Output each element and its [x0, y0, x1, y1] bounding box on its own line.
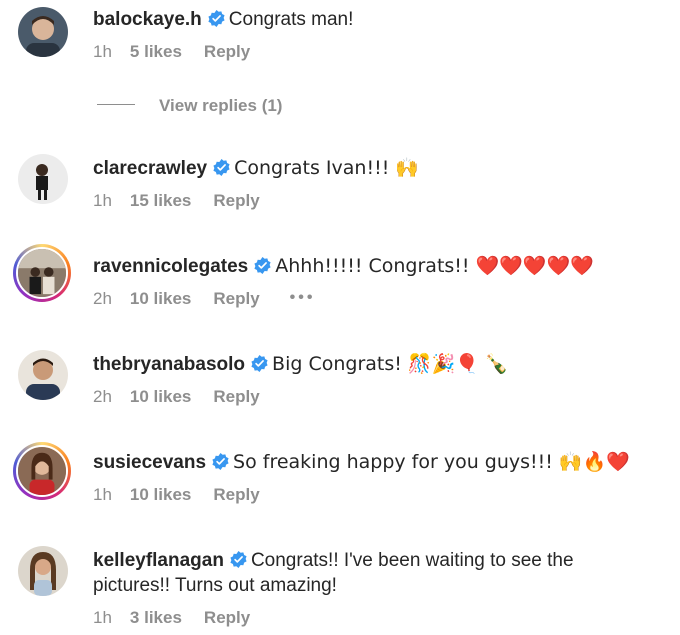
reply-button[interactable]: Reply	[204, 608, 250, 627]
likes-count[interactable]: 15 likes	[130, 191, 191, 210]
view-replies-label: View replies (1)	[159, 96, 283, 115]
comment-meta: 1h 15 likes Reply	[93, 191, 653, 211]
comment-time: 1h	[93, 485, 112, 504]
likes-count[interactable]: 10 likes	[130, 289, 191, 308]
comment-body: Ahhh!!!!! Congrats!! ❤️❤️❤️❤️❤️	[275, 255, 594, 277]
likes-count[interactable]: 3 likes	[130, 608, 182, 627]
view-replies-button[interactable]: View replies (1)	[97, 96, 282, 116]
comment-meta: 2h 10 likes Reply •••	[93, 289, 653, 309]
more-options-icon[interactable]: •••	[290, 289, 316, 307]
comment-username[interactable]: clarecrawley	[93, 158, 207, 179]
comment-time: 1h	[93, 191, 112, 210]
comment-username[interactable]: kelleyflanagan	[93, 550, 224, 571]
likes-count[interactable]: 10 likes	[130, 387, 191, 406]
verified-badge-icon	[212, 453, 229, 470]
verified-badge-icon	[251, 355, 268, 372]
reply-button[interactable]: Reply	[213, 485, 259, 504]
verified-badge-icon	[213, 159, 230, 176]
avatar-image	[16, 445, 68, 497]
avatar-image	[18, 154, 68, 204]
reply-button[interactable]: Reply	[213, 289, 259, 308]
avatar[interactable]	[18, 7, 68, 57]
comment-meta: 1h 5 likes Reply	[93, 42, 653, 62]
avatar[interactable]	[13, 244, 71, 302]
comment-text: kelleyflanagan Congrats!! I've been waiti…	[93, 548, 653, 598]
avatar[interactable]	[18, 546, 68, 596]
replies-divider	[97, 104, 135, 105]
comment-meta: 1h 3 likes Reply	[93, 608, 653, 628]
avatar[interactable]	[13, 442, 71, 500]
avatar-image	[18, 350, 68, 400]
reply-button[interactable]: Reply	[213, 387, 259, 406]
comment-time: 1h	[93, 608, 112, 627]
avatar[interactable]	[18, 350, 68, 400]
reply-button[interactable]: Reply	[204, 42, 250, 61]
avatar-image	[16, 247, 68, 299]
comment-text: balockaye.h Congrats man!	[93, 7, 653, 32]
comment-time: 1h	[93, 42, 112, 61]
comment-meta: 2h 10 likes Reply	[93, 387, 653, 407]
comment-body: Big Congrats! 🎊🎉🎈 🍾	[272, 353, 509, 375]
verified-badge-icon	[230, 551, 247, 568]
comment-time: 2h	[93, 289, 112, 308]
avatar-image	[18, 546, 68, 596]
comment-text: thebryanabasolo Big Congrats! 🎊🎉🎈 🍾	[93, 352, 653, 377]
comment-username[interactable]: balockaye.h	[93, 9, 202, 30]
comment-body: So freaking happy for you guys!!! 🙌🔥❤️	[233, 451, 630, 473]
avatar-image	[18, 7, 68, 57]
comment-text: susiecevans So freaking happy for you guy…	[93, 450, 653, 475]
comment-text: ravennicolegates Ahhh!!!!! Congrats!! ❤️❤…	[93, 254, 653, 279]
comment-text: clarecrawley Congrats Ivan!!! 🙌	[93, 156, 653, 181]
comment-body: Congrats Ivan!!! 🙌	[234, 157, 420, 179]
likes-count[interactable]: 10 likes	[130, 485, 191, 504]
comment-body: Congrats man!	[228, 9, 354, 30]
comment-username[interactable]: thebryanabasolo	[93, 354, 245, 375]
reply-button[interactable]: Reply	[213, 191, 259, 210]
likes-count[interactable]: 5 likes	[130, 42, 182, 61]
comment-username[interactable]: susiecevans	[93, 452, 206, 473]
verified-badge-icon	[208, 10, 225, 27]
comment-username[interactable]: ravennicolegates	[93, 256, 248, 277]
avatar[interactable]	[18, 154, 68, 204]
verified-badge-icon	[254, 257, 271, 274]
comment-meta: 1h 10 likes Reply	[93, 485, 653, 505]
comment-time: 2h	[93, 387, 112, 406]
